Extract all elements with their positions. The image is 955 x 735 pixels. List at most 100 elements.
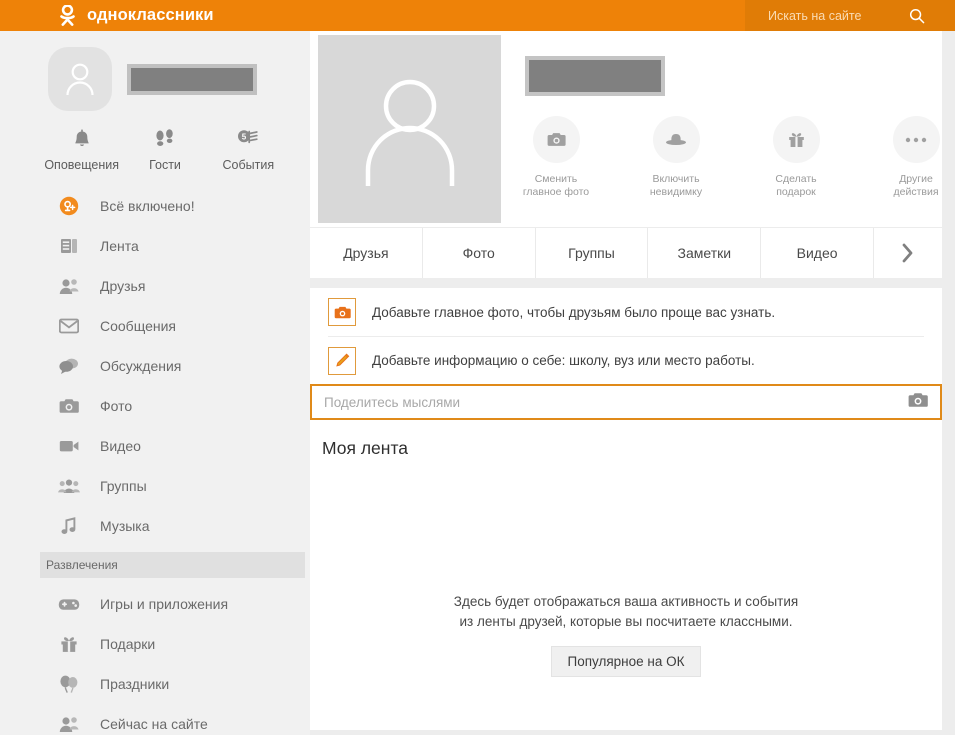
avatar[interactable] xyxy=(48,47,112,111)
tab-notes[interactable]: Заметки xyxy=(648,228,762,278)
username-redacted xyxy=(127,63,257,95)
quick-link-events[interactable]: 5 События xyxy=(207,129,290,172)
events-badge-count: 5 xyxy=(242,133,247,142)
sidebar-item-messages[interactable]: Сообщения xyxy=(0,306,310,346)
suggestion-text: Добавьте главное фото, чтобы друзьям был… xyxy=(372,304,776,320)
sidebar-item-games[interactable]: Игры и приложения xyxy=(0,584,310,624)
suggestions-list: Добавьте главное фото, чтобы друзьям был… xyxy=(310,288,942,384)
action-label-line1: Включить xyxy=(652,173,700,185)
profile-tabs: Друзья Фото Группы Заметки Видео xyxy=(310,227,942,278)
sidebar-item-label: Подарки xyxy=(100,636,156,652)
ellipsis-icon xyxy=(905,137,927,142)
search-icon[interactable] xyxy=(909,8,925,24)
tab-label: Друзья xyxy=(343,245,389,261)
action-label-line1: Сделать xyxy=(775,173,817,185)
user-photo-placeholder-icon xyxy=(365,79,454,186)
hat-icon xyxy=(666,133,686,145)
tab-label: Фото xyxy=(462,245,495,261)
action-label-line1: Сменить xyxy=(534,173,578,185)
status-input[interactable] xyxy=(324,394,908,410)
profile-name-redacted xyxy=(525,56,665,96)
music-note-icon xyxy=(58,517,80,535)
tab-video[interactable]: Видео xyxy=(761,228,874,278)
sidebar-menu: Всё включено! Лента Друзья Сообщения Обс… xyxy=(0,186,310,735)
sidebar-item-photo[interactable]: Фото xyxy=(0,386,310,426)
envelope-icon xyxy=(58,318,80,334)
tab-friends[interactable]: Друзья xyxy=(310,228,423,278)
sidebar-item-gifts[interactable]: Подарки xyxy=(0,624,310,664)
status-attach-photo-button[interactable] xyxy=(908,392,928,413)
action-circle[interactable] xyxy=(772,116,820,163)
quick-link-label: Гости xyxy=(149,158,181,172)
sidebar-item-label: Праздники xyxy=(100,676,170,692)
quick-link-notifications[interactable]: Оповещения xyxy=(40,129,123,172)
sidebar-item-label: Сообщения xyxy=(100,318,176,334)
action-change-photo[interactable]: Сменить главное фото xyxy=(515,116,597,199)
gamepad-icon xyxy=(58,597,80,612)
top-header-bar: одноклассники xyxy=(0,0,955,31)
search-box[interactable] xyxy=(745,0,955,31)
chevron-right-icon xyxy=(903,243,913,263)
sidebar-item-all-inclusive[interactable]: Всё включено! xyxy=(0,186,310,226)
sidebar-item-online-now[interactable]: Сейчас на сайте xyxy=(0,704,310,735)
feed-icon xyxy=(58,237,80,255)
sidebar-item-label: Сейчас на сайте xyxy=(100,716,208,732)
search-input[interactable] xyxy=(745,0,905,31)
bell-icon xyxy=(74,129,89,147)
action-label-line2: главное фото xyxy=(522,186,590,198)
sidebar-item-label: Видео xyxy=(100,438,141,454)
action-circle[interactable] xyxy=(532,116,580,163)
action-label-line2: невидимку xyxy=(649,186,703,198)
action-send-gift[interactable]: Сделать подарок xyxy=(755,116,837,199)
tab-photo[interactable]: Фото xyxy=(423,228,536,278)
action-label-line2: действия xyxy=(893,186,939,198)
profile-card: Сменить главное фото Включить невидимку xyxy=(310,31,942,227)
sidebar-item-discussions[interactable]: Обсуждения xyxy=(0,346,310,386)
popular-on-ok-button[interactable]: Популярное на ОК xyxy=(550,646,702,677)
sidebar-item-label: Игры и приложения xyxy=(100,596,229,612)
sidebar-item-holidays[interactable]: Праздники xyxy=(0,664,310,704)
site-logo-text: одноклассники xyxy=(87,6,214,24)
sidebar-item-music[interactable]: Музыка xyxy=(0,506,310,546)
online-now-icon xyxy=(58,715,80,733)
sidebar-item-label: Друзья xyxy=(100,278,146,294)
sidebar-item-groups[interactable]: Группы xyxy=(0,466,310,506)
status-input-box[interactable] xyxy=(310,384,942,420)
quick-link-guests[interactable]: Гости xyxy=(123,129,206,172)
sidebar-item-friends[interactable]: Друзья xyxy=(0,266,310,306)
action-invisible-mode[interactable]: Включить невидимку xyxy=(635,116,717,199)
pencil-icon xyxy=(328,346,356,375)
action-circle[interactable] xyxy=(892,116,940,163)
suggestion-add-info[interactable]: Добавьте информацию о себе: школу, вуз и… xyxy=(328,336,924,384)
sidebar-item-video[interactable]: Видео xyxy=(0,426,310,466)
sidebar-item-feed[interactable]: Лента xyxy=(0,226,310,266)
gift-icon xyxy=(58,635,80,653)
site-logo[interactable]: одноклассники xyxy=(58,5,214,26)
all-inclusive-icon xyxy=(58,196,80,216)
tab-groups[interactable]: Группы xyxy=(536,228,649,278)
feed-title: Моя лента xyxy=(322,438,409,458)
tab-label: Заметки xyxy=(677,245,732,261)
action-more[interactable]: Другие действия xyxy=(875,116,955,199)
tab-label: Группы xyxy=(568,245,615,261)
sidebar-profile-header[interactable] xyxy=(0,31,310,111)
action-label: Сделать подарок xyxy=(775,173,816,199)
feed-empty-state: Здесь будет отображаться ваша активность… xyxy=(310,592,942,677)
gift-icon xyxy=(788,133,804,147)
section-gap xyxy=(310,278,942,288)
sidebar-item-label: Обсуждения xyxy=(100,358,182,374)
ok-logo-icon xyxy=(60,5,75,26)
suggestion-add-photo[interactable]: Добавьте главное фото, чтобы друзьям был… xyxy=(328,288,924,336)
friends-icon xyxy=(58,277,80,295)
sidebar-item-label: Группы xyxy=(100,478,147,494)
action-label: Включить невидимку xyxy=(650,173,702,199)
action-circle[interactable] xyxy=(652,116,700,163)
camera-icon xyxy=(58,398,80,414)
action-label-line1: Другие xyxy=(899,173,933,185)
quick-link-label: Оповещения xyxy=(44,158,119,172)
profile-photo-placeholder[interactable] xyxy=(318,35,501,223)
footprints-icon xyxy=(156,129,173,146)
tabs-next-button[interactable] xyxy=(874,228,942,278)
quick-links-row: Оповещения Гости 5 События xyxy=(40,129,290,172)
suggestion-text: Добавьте информацию о себе: школу, вуз и… xyxy=(372,353,755,368)
